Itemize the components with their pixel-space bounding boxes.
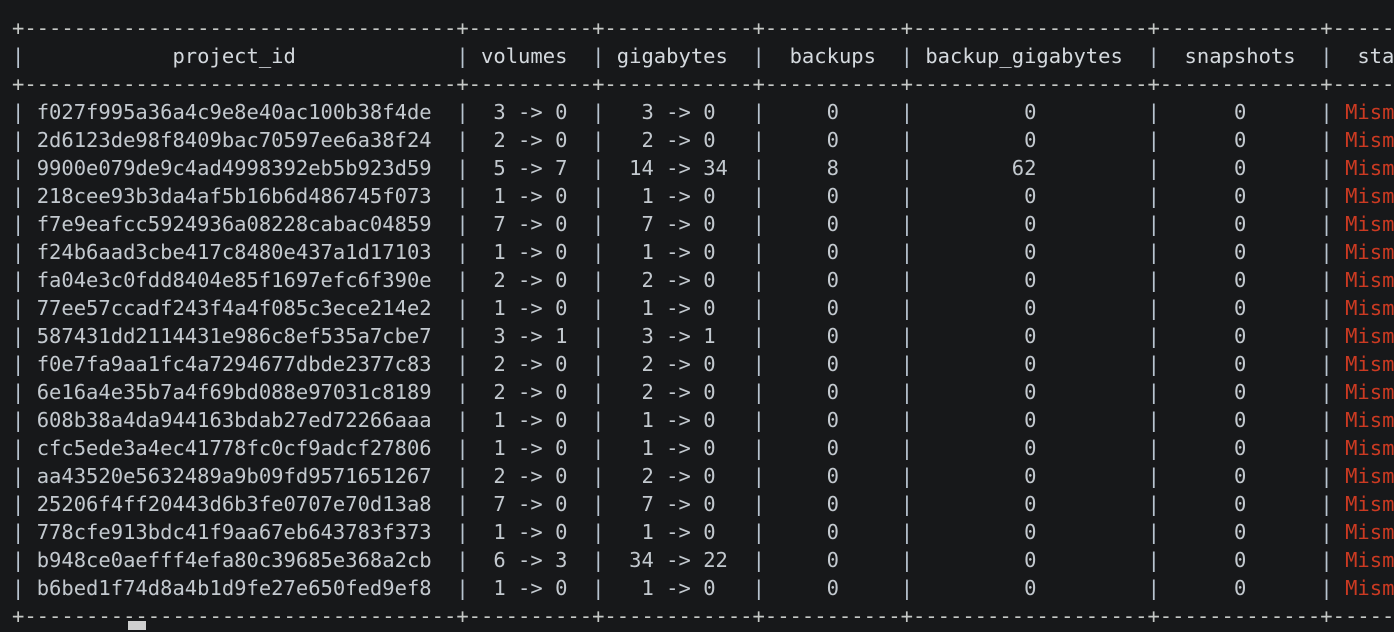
terminal-window[interactable]: +-----------------------------------+---… [0, 0, 1394, 632]
ascii-table: +-----------------------------------+---… [12, 16, 1394, 628]
terminal-cursor [128, 621, 146, 630]
